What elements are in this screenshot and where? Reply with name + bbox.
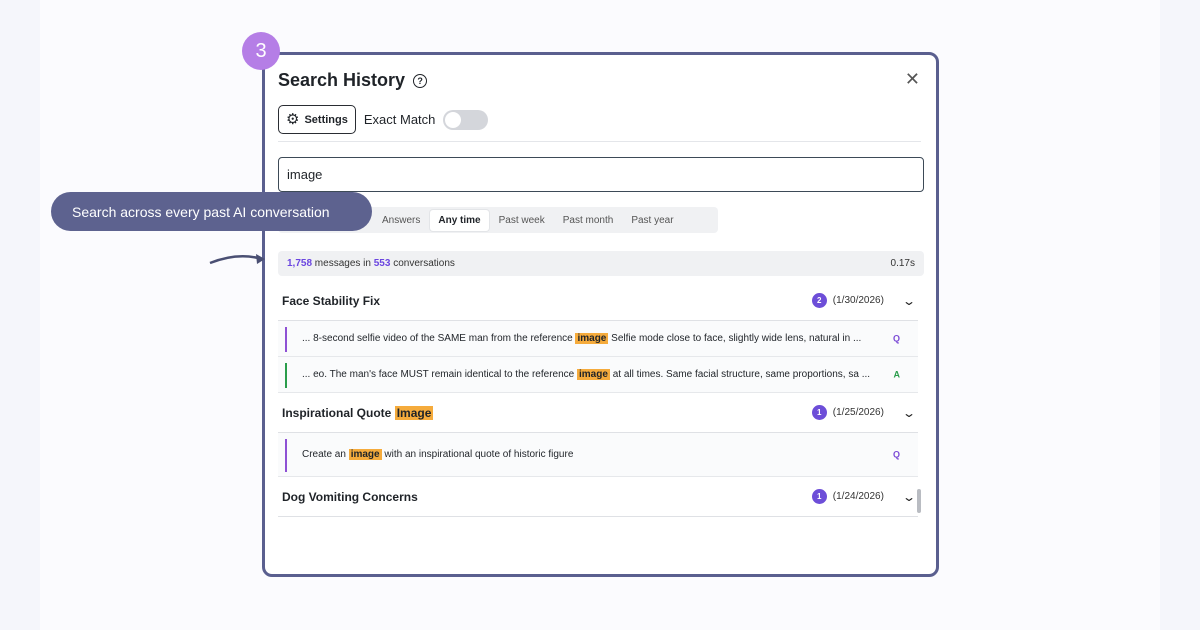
conversation-date: (1/30/2026) [832, 295, 884, 306]
match-highlight: image [577, 369, 610, 380]
divider [278, 141, 921, 142]
conversation-header[interactable]: Face Stability Fix 2 (1/30/2026) ⌄ [278, 281, 918, 321]
chevron-down-icon[interactable]: ⌄ [902, 406, 916, 420]
settings-button[interactable]: ⚙ Settings [278, 105, 356, 134]
match-count-badge: 1 [811, 405, 827, 420]
results-summary: 1,758 messages in 553 conversations [287, 258, 455, 269]
chevron-down-icon[interactable]: ⌄ [902, 294, 916, 308]
exact-match-label: Exact Match [363, 112, 436, 127]
conversation-meta: 1 (1/24/2026) ⌄ [811, 489, 916, 504]
conversation-meta: 1 (1/25/2026) ⌄ [811, 405, 916, 420]
feature-callout: Search across every past AI conversation [51, 192, 372, 231]
toolbar: ⚙ Settings Exact Match [278, 105, 489, 134]
message-item[interactable]: Create an image with an inspirational qu… [278, 433, 918, 477]
conversation-date: (1/24/2026) [832, 491, 884, 502]
conversation-header[interactable]: Inspirational Quote Image 1 (1/25/2026) … [278, 393, 918, 433]
results-list: Face Stability Fix 2 (1/30/2026) ⌄ ... 8… [278, 281, 918, 571]
modal-header: Search History ? [278, 70, 428, 91]
close-icon[interactable]: ✕ [905, 69, 920, 90]
chevron-down-icon[interactable]: ⌄ [902, 490, 916, 504]
message-item[interactable]: ... eo. The man's face MUST remain ident… [278, 357, 918, 393]
match-highlight: image [348, 449, 382, 460]
filter-answers[interactable]: Answers [374, 210, 428, 231]
conversation-count: 553 [373, 258, 391, 269]
gear-icon: ⚙ [286, 111, 300, 128]
message-text-post: with an inspirational quote of historic … [381, 449, 574, 460]
search-input[interactable]: image [278, 157, 924, 192]
message-text-pre: Create an [302, 449, 349, 460]
conversation-date: (1/25/2026) [832, 407, 884, 418]
answer-role-tag: A [893, 369, 901, 379]
search-history-modal: Search History ? ✕ ⚙ Settings Exact Matc… [262, 52, 939, 577]
filter-past-week[interactable]: Past week [491, 210, 553, 231]
message-text-post: Selfie mode close to face, slightly wide… [608, 333, 862, 344]
message-text-pre: ... 8-second selfie video of the SAME ma… [302, 333, 576, 344]
conversation-title-text: Face Stability Fix [282, 293, 381, 308]
conversation-title: Face Stability Fix [282, 294, 380, 308]
step-number-badge: 3 [242, 32, 280, 70]
modal-title: Search History [278, 70, 406, 90]
conversation-title-text: Dog Vomiting Concerns [282, 489, 418, 504]
message-item[interactable]: ... 8-second selfie video of the SAME ma… [278, 321, 918, 357]
conversation-meta: 2 (1/30/2026) ⌄ [811, 293, 916, 308]
match-count-badge: 2 [811, 293, 827, 308]
match-highlight: image [575, 333, 609, 344]
filter-past-year[interactable]: Past year [623, 210, 681, 231]
help-icon[interactable]: ? [413, 73, 428, 88]
question-role-tag: Q [892, 449, 900, 459]
conversation-title: Dog Vomiting Concerns [282, 490, 418, 504]
toggle-knob [445, 111, 462, 128]
title-match-highlight: Image [394, 405, 434, 420]
scrollbar[interactable] [917, 489, 921, 513]
message-text-pre: ... eo. The man's face MUST remain ident… [302, 369, 578, 380]
results-stats-bar: 1,758 messages in 553 conversations 0.17… [278, 251, 924, 276]
conversation-title-text: Inspirational Quote [282, 405, 395, 420]
callout-arrow-icon [209, 254, 265, 265]
conversation-title: Inspirational Quote Image [282, 405, 434, 420]
exact-match-toggle[interactable] [443, 109, 489, 130]
message-count: 1,758 [287, 258, 313, 269]
conversations-text: conversations [390, 258, 455, 269]
filter-past-month[interactable]: Past month [555, 210, 622, 231]
question-role-tag: Q [892, 333, 900, 343]
match-count-badge: 1 [811, 489, 827, 504]
messages-text: messages in [312, 258, 374, 269]
settings-button-label: Settings [304, 113, 348, 126]
conversation-header[interactable]: Dog Vomiting Concerns 1 (1/24/2026) ⌄ [278, 477, 918, 517]
message-text-post: at all times. Same facial structure, sam… [609, 369, 871, 380]
filter-any-time[interactable]: Any time [430, 209, 489, 231]
search-time: 0.17s [890, 258, 915, 269]
